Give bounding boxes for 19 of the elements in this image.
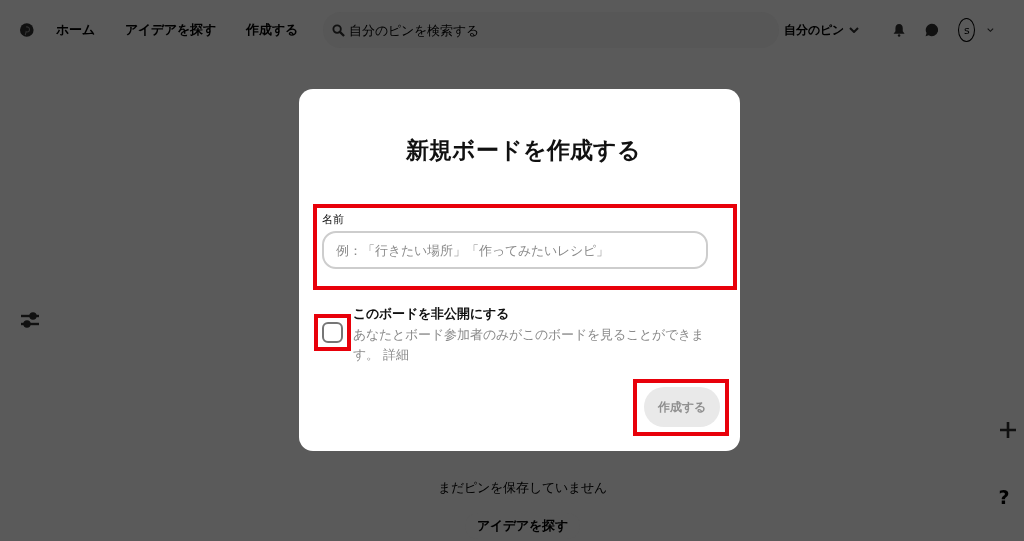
checkbox-label: このボードを非公開にする — [353, 305, 510, 323]
empty-message: まだピンを保存していません — [437, 479, 607, 497]
logo-icon[interactable] — [20, 20, 34, 40]
checkbox-description: あなたとボード参加者のみがこのボードを見ることができます。 詳細 — [353, 326, 705, 364]
nav-link[interactable]: ホーム — [55, 21, 95, 39]
secret-checkbox[interactable] — [322, 322, 343, 343]
filter-icon[interactable] — [20, 310, 40, 330]
name-input-field[interactable]: 例：「行きたい場所」「作ってみたいレシピ」 — [322, 231, 708, 269]
field-label: 名前 — [322, 212, 345, 227]
help-button[interactable]: ? — [998, 486, 1010, 508]
dialog-title: 新規ボードを作成する — [404, 136, 642, 165]
plus-icon[interactable] — [1000, 422, 1016, 438]
details-link[interactable]: 詳細 — [383, 347, 410, 362]
caret-icon — [848, 27, 859, 33]
nav-link[interactable]: 作成する — [245, 21, 298, 39]
search-field[interactable]: 自分のピンを検索する — [322, 12, 779, 48]
nav-link[interactable]: アイデアを探す — [124, 21, 216, 39]
pins-menu-button[interactable]: 自分のピン — [783, 21, 859, 39]
chevron-down-icon[interactable] — [987, 27, 994, 33]
